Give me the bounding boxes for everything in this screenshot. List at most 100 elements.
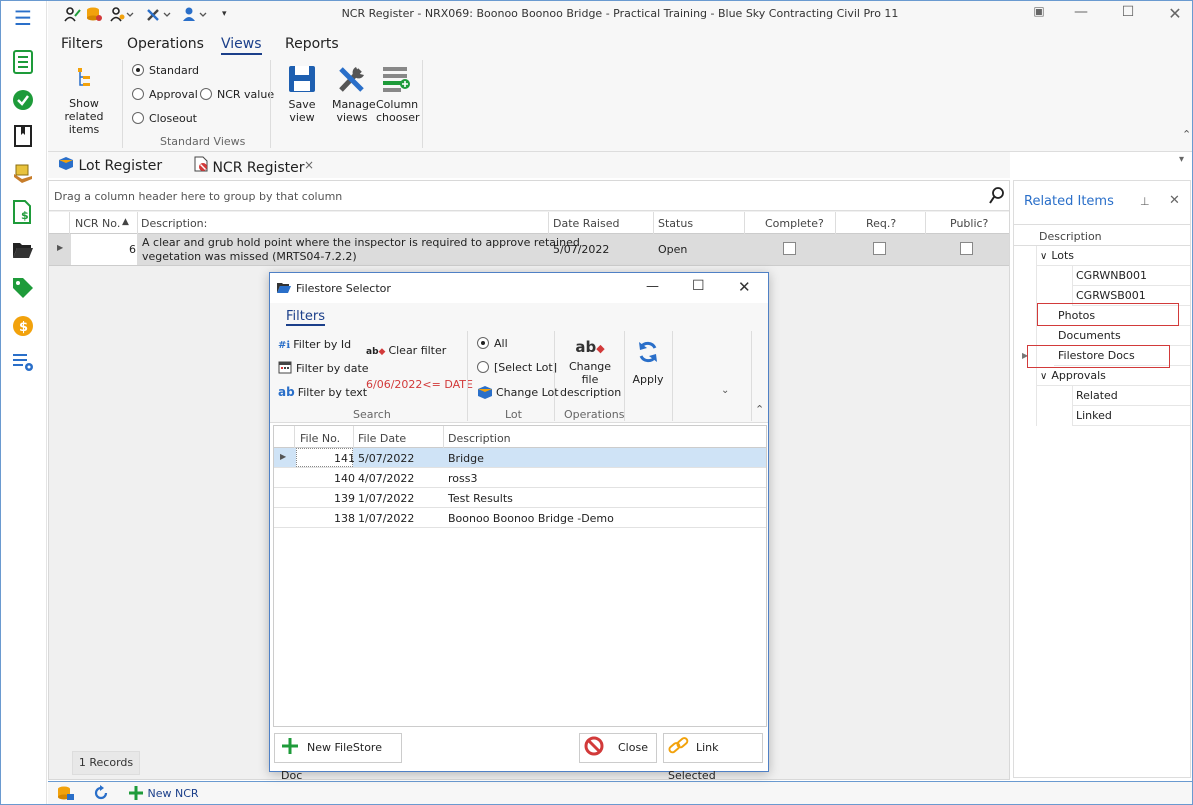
column-chooser-button[interactable]: Column chooser — [374, 64, 420, 124]
tree-item-approvals[interactable]: ∨ Approvals — [1036, 366, 1190, 386]
folder-open-icon[interactable] — [11, 238, 35, 262]
tab-lot-register[interactable]: Lot Register — [58, 156, 162, 174]
tab-dialog-filters[interactable]: Filters — [286, 309, 325, 326]
tree-item-documents[interactable]: Documents — [1054, 326, 1190, 346]
tag-icon[interactable] — [11, 276, 35, 300]
dialog-ribbon: Filters #ℹ Filter by Id Filter by date ab… — [270, 303, 768, 423]
column-public[interactable]: Public? — [950, 217, 988, 230]
operations-group-label: Operations — [564, 408, 625, 421]
column-req[interactable]: Req.? — [866, 217, 896, 230]
table-row[interactable]: 140 4/07/2022 ross3 — [274, 468, 766, 488]
ribbon-separator — [270, 60, 271, 148]
pin-icon[interactable]: ⊥ — [1140, 195, 1150, 208]
close-window-button[interactable]: ✕ — [1160, 4, 1190, 24]
column-separator — [925, 212, 926, 234]
link-selected-button[interactable]: Link Selected — [663, 733, 763, 782]
cell-file-date: 5/07/2022 — [358, 452, 415, 465]
select-lot-radio[interactable]: [Select Lot] — [477, 361, 557, 374]
related-column-description[interactable]: Description — [1039, 230, 1102, 243]
column-status[interactable]: Status — [658, 217, 693, 230]
tree-item-lot-1[interactable]: CGRWNB001 — [1072, 266, 1190, 286]
dialog-minimize-button[interactable]: — — [646, 279, 659, 294]
highlight-photos-box — [1037, 303, 1179, 326]
database-icon[interactable] — [57, 785, 75, 801]
close-tab-button[interactable]: × — [304, 158, 314, 172]
column-date-raised[interactable]: Date Raised — [553, 217, 619, 230]
tree-guide-line — [1072, 386, 1073, 426]
tools-icon — [339, 67, 364, 92]
tab-reports[interactable]: Reports — [285, 36, 339, 52]
ribbon-collapse-icon[interactable]: ⌃ — [1182, 128, 1191, 141]
column-description[interactable]: Description: — [141, 217, 207, 230]
refresh-icon[interactable] — [93, 785, 109, 801]
tab-scroll-icon[interactable]: ▾ — [1179, 154, 1184, 165]
column-complete[interactable]: Complete? — [765, 217, 824, 230]
register-list-icon[interactable] — [11, 50, 35, 74]
cost-document-icon[interactable]: $ — [11, 200, 35, 224]
bookmark-book-icon[interactable] — [11, 124, 35, 148]
check-circle-icon[interactable] — [11, 88, 35, 112]
column-ncr-no[interactable]: NCR No. — [75, 217, 120, 230]
window-restore-ribbon-icon[interactable]: ▣ — [1024, 4, 1054, 24]
column-separator — [744, 212, 745, 234]
lot-all-label: All — [494, 337, 508, 350]
tab-filters[interactable]: Filters — [61, 36, 103, 52]
filter-by-text-button[interactable]: ab Filter by text — [278, 385, 367, 399]
column-file-date[interactable]: File Date — [358, 432, 406, 445]
column-separator — [353, 426, 354, 448]
table-row[interactable]: 138 1/07/2022 Boonoo Boonoo Bridge -Demo — [274, 508, 766, 528]
dialog-close-button[interactable]: ✕ — [738, 278, 751, 296]
tab-views[interactable]: Views — [221, 36, 262, 55]
group-by-area[interactable]: Drag a column header here to group by th… — [49, 181, 1009, 211]
apply-button[interactable]: Apply — [628, 339, 668, 386]
title-bar: ▾ NCR Register - NRX069: Boonoo Boonoo B… — [48, 0, 1192, 30]
column-file-no[interactable]: File No. — [300, 432, 340, 445]
tree-item-related[interactable]: Related — [1072, 386, 1190, 406]
req-checkbox[interactable] — [873, 242, 886, 255]
view-standard-radio[interactable]: Standard — [132, 64, 199, 77]
close-button[interactable]: Close — [579, 733, 657, 763]
view-closeout-label: Closeout — [149, 112, 197, 125]
standard-views-group-label: Standard Views — [160, 135, 246, 148]
minimize-button[interactable]: — — [1066, 4, 1096, 24]
search-icon[interactable] — [989, 187, 1005, 205]
maximize-button[interactable]: ☐ — [1113, 4, 1143, 24]
hand-money-icon[interactable] — [11, 162, 35, 186]
list-settings-icon[interactable] — [11, 350, 35, 374]
cell-date-raised: 5/07/2022 — [553, 243, 610, 256]
lot-all-radio[interactable]: All — [477, 337, 508, 350]
ribbon-options-chevron-icon[interactable]: ⌄ — [721, 385, 729, 396]
show-related-items-button[interactable]: Show related items — [50, 66, 118, 136]
dollar-coin-icon[interactable]: $ — [11, 314, 35, 338]
close-label: Close — [618, 741, 648, 754]
table-row[interactable]: ▶ 141 5/07/2022 Bridge — [274, 448, 766, 468]
new-filestore-doc-button[interactable]: New FileStore Doc — [274, 733, 402, 782]
dialog-footer: New FileStore Doc Close Link Selected — [270, 728, 768, 782]
ribbon-collapse-icon[interactable]: ⌃ — [755, 403, 764, 416]
manage-views-button[interactable]: Manage views — [330, 64, 376, 124]
save-view-button[interactable]: Save view — [276, 64, 328, 124]
view-closeout-radio[interactable]: Closeout — [132, 112, 197, 125]
tab-ncr-register[interactable]: NCR Register — [194, 156, 305, 176]
view-approval-radio[interactable]: Approval — [132, 88, 198, 101]
tab-operations[interactable]: Operations — [127, 36, 204, 52]
table-row[interactable]: ▶ 6 A clear and grub hold point where th… — [49, 234, 1009, 266]
tree-item-linked[interactable]: Linked — [1072, 406, 1190, 426]
new-ncr-button[interactable]: New NCR — [128, 785, 199, 801]
filter-by-date-button[interactable]: Filter by date — [278, 361, 369, 375]
dialog-maximize-button[interactable]: ☐ — [692, 278, 705, 294]
change-lot-button[interactable]: Change Lot — [477, 385, 559, 399]
column-file-description[interactable]: Description — [448, 432, 511, 445]
change-file-description-button[interactable]: ab◆ Change file description — [560, 340, 621, 400]
complete-checkbox[interactable] — [783, 242, 796, 255]
table-row[interactable]: 139 1/07/2022 Test Results — [274, 488, 766, 508]
filter-by-id-button[interactable]: #ℹ Filter by Id — [278, 338, 351, 351]
close-panel-button[interactable]: ✕ — [1169, 193, 1180, 208]
tree-item-lots[interactable]: ∨ Lots — [1036, 246, 1190, 266]
ribbon-separator — [672, 331, 673, 421]
clear-filter-button[interactable]: ab◆ Clear filter — [366, 344, 446, 357]
hamburger-menu-icon[interactable]: ☰ — [11, 6, 35, 30]
ncr-document-icon — [194, 156, 208, 172]
public-checkbox[interactable] — [960, 242, 973, 255]
view-ncr-value-radio[interactable]: NCR value — [200, 88, 274, 101]
